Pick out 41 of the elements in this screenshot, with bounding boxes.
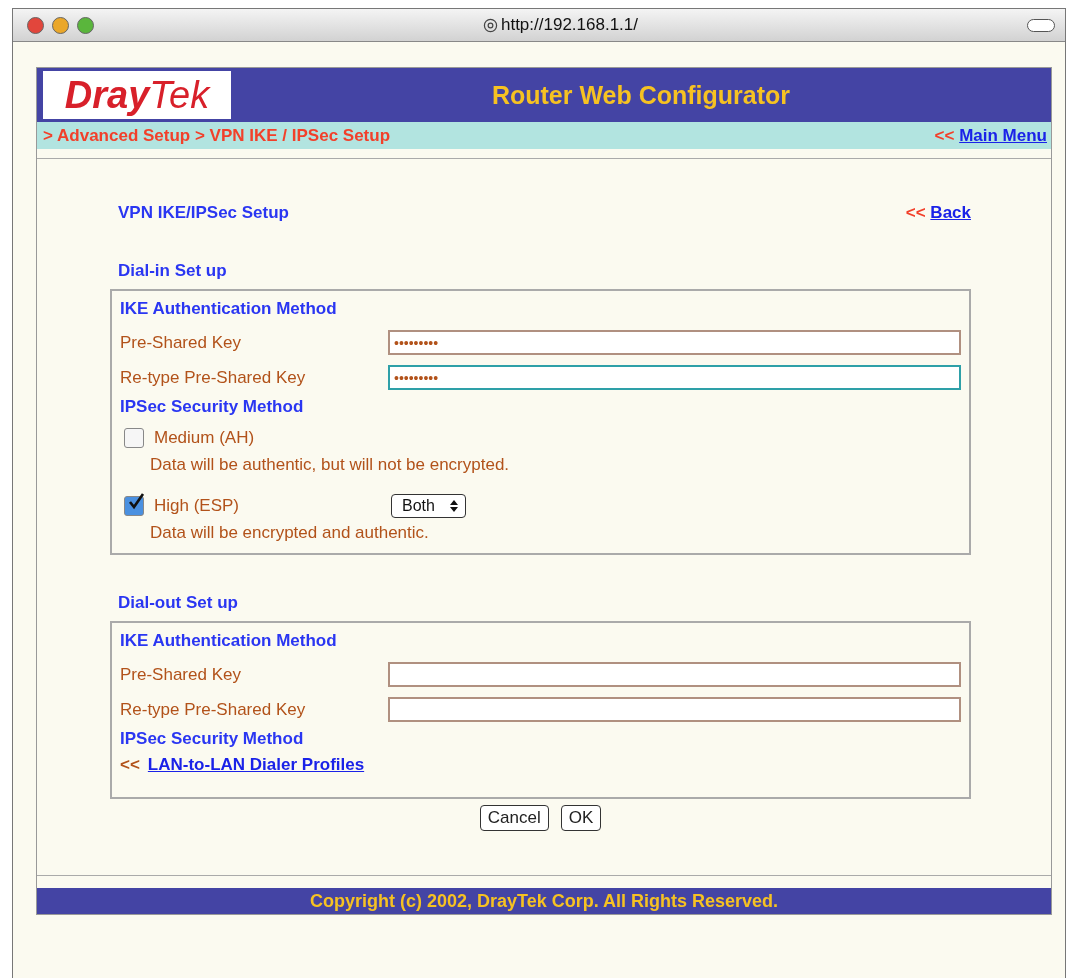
dialer-profiles-link[interactable]: LAN-to-LAN Dialer Profiles: [147, 755, 365, 775]
page-title: VPN IKE/IPSec Setup: [118, 203, 289, 223]
back-marker: <<: [120, 755, 140, 775]
input-field[interactable]: •••••••••: [388, 365, 961, 390]
checkbox-label: High (ESP): [154, 496, 241, 516]
input-field[interactable]: [388, 662, 961, 687]
checkbox[interactable]: [124, 428, 144, 448]
header-title: Router Web Configurator: [490, 80, 792, 110]
toolbar-toggle-icon[interactable]: [1027, 18, 1055, 32]
back-marker: <<: [905, 203, 926, 222]
section-heading: Dial-in Set up: [118, 261, 228, 281]
globe-icon: [482, 17, 498, 33]
field-label: Pre-Shared Key: [120, 332, 242, 353]
description-text: Data will be encrypted and authentic.: [150, 523, 430, 543]
copyright-text: Copyright (c) 2002, DrayTek Corp. All Rights Reserved.: [309, 890, 779, 912]
ok-button[interactable]: OK: [560, 805, 602, 831]
zoom-icon[interactable]: [77, 16, 94, 34]
back-link[interactable]: Back: [930, 203, 971, 222]
field-label: Pre-Shared Key: [120, 664, 242, 685]
encryption-select[interactable]: Both: [391, 494, 466, 518]
breadcrumb: > Advanced Setup > VPN IKE / IPSec Setup: [43, 125, 391, 146]
back-marker: <<: [934, 125, 955, 145]
input-field[interactable]: [388, 697, 961, 722]
checkbox-label: Medium (AH): [154, 428, 256, 448]
field-label: Re-type Pre-Shared Key: [120, 699, 307, 720]
section-heading: Dial-out Set up: [118, 593, 239, 613]
cancel-button[interactable]: Cancel: [479, 805, 549, 831]
minimize-icon[interactable]: [52, 16, 69, 34]
group-heading: IPSec Security Method: [120, 397, 305, 417]
field-label: Re-type Pre-Shared Key: [120, 367, 307, 388]
logo: DrayTek: [43, 71, 231, 119]
group-heading: IKE Authentication Method: [120, 631, 338, 651]
group-heading: IPSec Security Method: [120, 729, 305, 749]
main-menu-link[interactable]: Main Menu: [959, 125, 1047, 145]
input-field[interactable]: •••••••••: [388, 330, 961, 355]
up-down-arrows-icon: [448, 498, 459, 514]
description-text: Data will be authentic, but will not be encrypted.: [150, 455, 511, 475]
window-title: http://192.168.1.1/: [500, 15, 639, 35]
checkbox[interactable]: [124, 496, 144, 516]
close-icon[interactable]: [27, 16, 44, 34]
group-heading: IKE Authentication Method: [120, 299, 338, 319]
